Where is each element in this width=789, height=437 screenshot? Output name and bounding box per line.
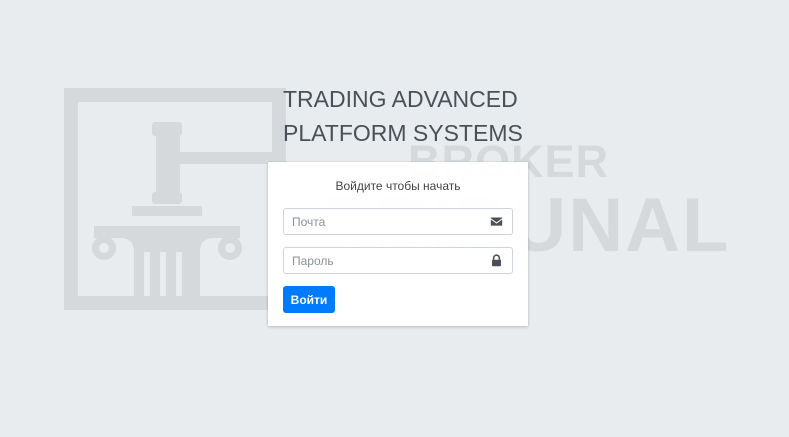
login-button[interactable]: Войти — [283, 286, 335, 313]
email-field[interactable] — [284, 209, 492, 234]
broker-tribunal-logo-icon — [64, 88, 286, 310]
login-message: Войдите чтобы начать — [335, 179, 461, 193]
password-field[interactable] — [284, 248, 492, 273]
login-page: BROKER TRIBUNAL TRADING ADVANCED PLATFOR… — [0, 0, 789, 437]
envelope-icon — [490, 217, 503, 226]
page-title-line-1: TRADING ADVANCED — [283, 86, 518, 112]
login-card: Войдите чтобы начать Войти — [268, 162, 528, 326]
page-title: TRADING ADVANCED PLATFORM SYSTEMS — [283, 82, 603, 150]
email-input-group — [283, 208, 513, 235]
page-title-line-2: PLATFORM SYSTEMS — [283, 120, 523, 146]
password-input-group — [283, 247, 513, 274]
lock-icon — [492, 254, 501, 267]
